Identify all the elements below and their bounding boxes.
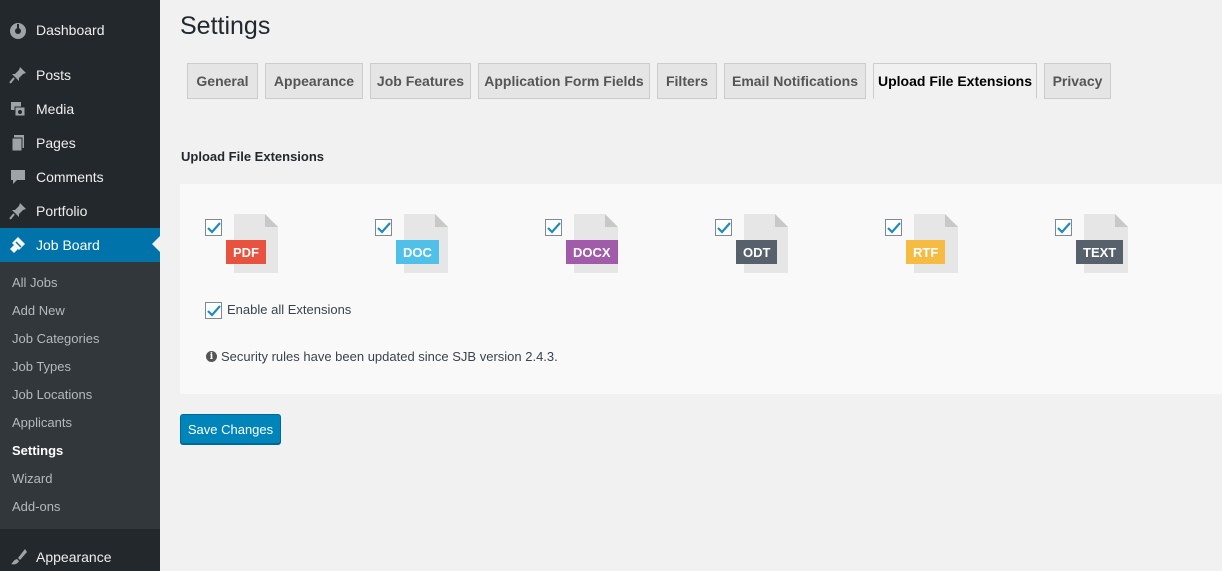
submenu-item-wizard[interactable]: Wizard [12,469,52,489]
pin-icon [0,201,36,221]
security-note-text: Security rules have been updated since S… [221,349,558,364]
sidebar-item-job-board[interactable]: Job Board [0,228,160,262]
submenu-item-applicants[interactable]: Applicants [12,413,72,433]
tab-application-form-fields[interactable]: Application Form Fields [478,63,650,99]
file-type-badge: ODT [736,240,778,264]
sidebar-item-label: Comments [36,169,104,185]
enable-all-label: Enable all Extensions [227,302,352,317]
submenu-item-all-jobs[interactable]: All Jobs [12,273,58,293]
admin-sidebar: Dashboard Posts Media Pages Comments Por… [0,0,160,571]
media-icon [0,99,36,119]
pages-icon [0,133,36,153]
tab-privacy[interactable]: Privacy [1044,63,1111,99]
submenu-item-job-categories[interactable]: Job Categories [12,329,99,349]
tab-filters[interactable]: Filters [657,63,717,99]
extension-checkbox-rtf[interactable] [885,219,902,236]
main-content: Settings General Appearance Job Features… [160,0,1222,571]
job-board-icon [0,235,36,255]
dashboard-icon [0,20,36,40]
submenu-item-settings[interactable]: Settings [12,441,63,461]
tab-upload-file-extensions[interactable]: Upload File Extensions [873,63,1037,99]
info-icon: i [206,351,217,362]
tab-appearance[interactable]: Appearance [265,63,363,99]
sidebar-item-label: Pages [36,135,76,151]
file-type-badge: TEXT [1076,240,1124,264]
file-odt-icon: ODT [736,214,788,274]
tab-job-features[interactable]: Job Features [370,63,471,99]
file-rtf-icon: RTF [906,214,958,274]
security-note: i Security rules have been updated since… [206,349,558,364]
brush-icon [0,547,36,567]
extension-checkbox-odt[interactable] [715,219,732,236]
submenu-item-job-locations[interactable]: Job Locations [12,385,92,405]
tab-email-notifications[interactable]: Email Notifications [724,63,866,99]
extension-checkbox-pdf[interactable] [205,219,222,236]
page-title: Settings [180,12,271,40]
sidebar-item-label: Media [36,101,75,117]
job-board-submenu: All Jobs Add New Job Categories Job Type… [0,262,160,529]
sidebar-item-label: Posts [36,67,72,83]
sidebar-item-pages[interactable]: Pages [0,126,160,160]
file-pdf-icon: PDF [226,214,278,274]
submenu-item-add-ons[interactable]: Add-ons [12,497,60,517]
file-type-badge: DOCX [566,240,618,264]
sidebar-item-label: Job Board [36,237,100,253]
extension-checkbox-docx[interactable] [545,219,562,236]
sidebar-item-dashboard[interactable]: Dashboard [0,13,160,47]
section-title: Upload File Extensions [181,149,325,164]
save-changes-button[interactable]: Save Changes [180,414,281,444]
sidebar-item-posts[interactable]: Posts [0,58,160,92]
file-type-badge: RTF [906,240,946,264]
tab-general[interactable]: General [187,63,258,99]
file-text-icon: TEXT [1076,214,1128,274]
sidebar-item-media[interactable]: Media [0,92,160,126]
file-doc-icon: DOC [396,214,448,274]
pin-icon [0,65,36,85]
sidebar-item-comments[interactable]: Comments [0,160,160,194]
enable-all-checkbox[interactable] [205,302,222,319]
sidebar-item-portfolio[interactable]: Portfolio [0,194,160,228]
sidebar-item-label: Appearance [36,549,112,565]
file-type-badge: PDF [226,240,266,264]
extension-checkbox-doc[interactable] [375,219,392,236]
file-docx-icon: DOCX [566,214,618,274]
submenu-item-job-types[interactable]: Job Types [12,357,71,377]
comment-icon [0,167,36,187]
file-type-badge: DOC [396,240,439,264]
submenu-item-add-new[interactable]: Add New [12,301,65,321]
sidebar-item-label: Portfolio [36,203,88,219]
sidebar-item-appearance[interactable]: Appearance [0,540,160,571]
extension-checkbox-text[interactable] [1055,219,1072,236]
sidebar-item-label: Dashboard [36,22,105,38]
